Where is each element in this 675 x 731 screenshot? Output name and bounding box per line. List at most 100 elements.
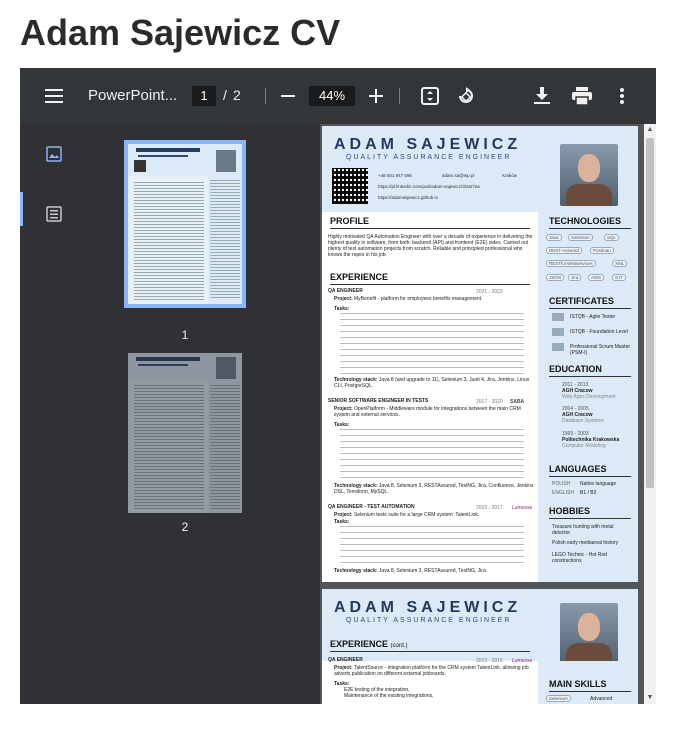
project-text: OpenPlatform - Middleware module for int… <box>334 406 521 418</box>
scroll-down-icon[interactable]: ▼ <box>646 694 654 702</box>
page-thumbnail[interactable] <box>128 353 242 513</box>
company-logo: SABA <box>510 399 525 405</box>
tech-tag: Postman <box>590 247 614 254</box>
cv-page-1: ADAM SAJEWICZ QUALITY ASSURANCE ENGINEER… <box>322 126 638 582</box>
certificate-badge-icon <box>552 328 564 336</box>
cv-page-2: ADAM SAJEWICZ QUALITY ASSURANCE ENGINEER… <box>322 589 638 704</box>
tech-tag: REST-Assured <box>546 247 582 254</box>
thumbnails-icon[interactable] <box>46 146 62 167</box>
cv-name: ADAM SAJEWICZ <box>334 136 522 153</box>
tech-tag: Jira <box>568 274 582 281</box>
section-rule <box>330 651 530 652</box>
experience-heading: EXPERIENCE <box>330 272 389 282</box>
github-link[interactable]: https://adamsajewicz.github.io <box>378 195 438 200</box>
tech-tag: RESTful Webservices <box>546 260 596 267</box>
scroll-up-icon[interactable]: ▲ <box>646 126 654 134</box>
document-area[interactable]: ADAM SAJEWICZ QUALITY ASSURANCE ENGINEER… <box>320 124 656 704</box>
job-title: QA ENGINEER <box>328 657 363 663</box>
experience-cont-suffix: (cont.) <box>390 643 408 649</box>
job-stack: Technology stack: Java 8 (and upgrade to… <box>334 377 534 389</box>
zoom-out-icon[interactable] <box>276 84 300 108</box>
certificate-badge-icon <box>552 343 564 351</box>
job-title: QA ENGINEER <box>328 288 363 294</box>
tasks-label: Tasks: <box>334 519 350 525</box>
job-title: QA ENGINEER - TEST AUTOMATION <box>328 504 415 510</box>
task-item: Maintenance of the existing integrations… <box>344 693 434 699</box>
outline-icon[interactable] <box>46 206 62 227</box>
project-text: TalentSource - integration platform for … <box>334 665 529 677</box>
zoom-input[interactable]: 44% <box>309 86 355 106</box>
section-rule <box>549 691 631 692</box>
tech-tag: XML <box>612 260 628 267</box>
experience-cont-heading: EXPERIENCE (cont.) <box>330 639 408 649</box>
edu-field: Computer Modeling <box>562 443 606 449</box>
tech-tag: JSON <box>546 274 565 281</box>
certificate-item: ISTQB - Agile Tester <box>570 314 616 320</box>
print-icon[interactable] <box>570 84 594 108</box>
section-rule <box>330 228 530 229</box>
more-icon[interactable] <box>610 84 634 108</box>
linkedin-link[interactable]: https://pl.linkedin.com/pub/adam-sajewic… <box>378 184 480 189</box>
cv-role: QUALITY ASSURANCE ENGINEER <box>346 154 512 161</box>
project-text: MyBenefit - platform for employees benef… <box>354 296 483 302</box>
language-level: Native language <box>580 481 617 487</box>
task-list <box>340 429 524 481</box>
profile-photo <box>560 144 618 206</box>
location-text: Kraków <box>502 173 518 178</box>
edu-field: Database Systems <box>562 418 604 424</box>
profile-text: Highly motivated QA Automation Engineer … <box>328 234 533 258</box>
language-name: ENGLISH <box>552 490 574 496</box>
education-heading: EDUCATION <box>549 364 602 374</box>
total-pages: 2 <box>233 87 241 103</box>
document-scrollbar[interactable]: ▲ ▼ <box>644 124 656 704</box>
download-icon[interactable] <box>530 84 554 108</box>
page-number-input[interactable]: 1 <box>192 86 216 106</box>
hobby-item: Treasure hunting with metal detector <box>552 524 614 536</box>
toolbar-divider <box>399 88 400 104</box>
section-rule <box>330 284 530 285</box>
zoom-in-icon[interactable] <box>364 84 388 108</box>
tasks-label: Tasks: <box>334 422 350 428</box>
section-rule <box>549 376 631 377</box>
section-rule <box>549 476 631 477</box>
tech-tag: AWS <box>588 274 605 281</box>
page-separator: / <box>223 87 227 103</box>
job-dates: 2017 - 2020 <box>476 399 503 405</box>
fit-page-icon[interactable] <box>418 84 442 108</box>
tech-tag: GIT <box>612 274 626 281</box>
project-text: Selenium tests suite for a large CRM sys… <box>354 512 480 518</box>
hobby-item: LEGO Technic - Hot Rod constructions <box>552 552 607 564</box>
hobby-item: Polish early mediaeval history <box>552 540 619 546</box>
company-logo: Lumesse <box>512 658 533 664</box>
cv-name: ADAM SAJEWICZ <box>334 599 522 616</box>
phone-text: +48 601 947 596 <box>378 173 412 178</box>
job-dates: 2015 - 2017 <box>476 505 503 511</box>
certificate-item: ISTQB - Foundation Level <box>570 329 628 335</box>
stack-text: Java 8, Selenium 3, RESTAssured, TestNG,… <box>378 568 488 574</box>
tech-tag: Selenium <box>568 234 593 241</box>
project-label: Project: <box>334 512 353 518</box>
job-dates: 2013 - 2015 <box>476 658 503 664</box>
certificate-item: Professional Scrum Master (PSM-I) <box>570 344 631 356</box>
page-thumbnail[interactable] <box>124 140 246 308</box>
experience-cont-title: EXPERIENCE <box>330 639 389 649</box>
job-project: Project: Selenium tests suite for a larg… <box>334 512 534 518</box>
job-project: Project: TalentSource - integration plat… <box>334 665 534 677</box>
rotate-icon[interactable] <box>454 84 478 108</box>
thumbnail-sidebar: 1 2 <box>20 124 320 704</box>
section-rule <box>549 518 631 519</box>
cv-role: QUALITY ASSURANCE ENGINEER <box>346 617 512 624</box>
menu-icon[interactable] <box>42 84 66 108</box>
language-level: B1 / B2 <box>580 490 597 496</box>
active-tab-indicator <box>20 192 23 226</box>
job-stack: Technology stack: Java 8, Selenium 3, RE… <box>334 568 534 574</box>
profile-heading: PROFILE <box>330 216 370 226</box>
tech-tag: SQL <box>604 234 620 241</box>
job-project: Project: OpenPlatform - Middleware modul… <box>334 406 534 418</box>
viewer-toolbar: PowerPoint... 1 / 2 44% <box>20 68 656 124</box>
skill-tag: Selenium <box>546 695 571 702</box>
section-rule <box>549 308 631 309</box>
scrollbar-thumb[interactable] <box>646 138 654 488</box>
languages-heading: LANGUAGES <box>549 464 607 474</box>
certificates-heading: CERTIFICATES <box>549 296 614 306</box>
